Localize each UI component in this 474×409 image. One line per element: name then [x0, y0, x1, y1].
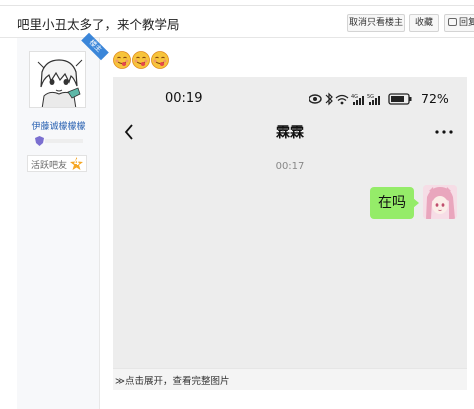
- signal-icon: 4G: [351, 94, 364, 105]
- author-avatar[interactable]: [29, 51, 86, 108]
- tongue-face-icon: [113, 51, 131, 69]
- signal-icon: 5G: [367, 94, 380, 105]
- reply-button[interactable]: 回复: [444, 14, 474, 32]
- battery-icon: [388, 93, 412, 105]
- chat-avatar: [423, 185, 457, 219]
- favorite-button[interactable]: 收藏: [409, 14, 439, 32]
- wifi-icon: [335, 94, 349, 105]
- thread-header: 吧里小丑太多了，来个教学局 取消只看楼主 收藏 回复: [0, 6, 474, 38]
- author-username[interactable]: 伊藤诚檬檬檬: [17, 119, 100, 132]
- message-bubble: 在吗: [370, 187, 414, 219]
- message-timestamp: 00:17: [275, 161, 305, 172]
- tongue-face-icon: [132, 51, 150, 69]
- reply-icon: [448, 18, 457, 26]
- level-name: 活跃吧友: [31, 161, 68, 171]
- svg-text:5G: 5G: [367, 94, 374, 100]
- chat-title: 霖霖: [276, 125, 304, 141]
- emoji-row: [113, 51, 170, 71]
- tongue-face-icon: [151, 51, 169, 69]
- thread-title: 吧里小丑太多了，来个教学局: [17, 17, 180, 32]
- level-box[interactable]: 活跃吧友 4: [27, 155, 87, 172]
- eye-icon: [309, 94, 322, 104]
- expand-image-link[interactable]: ≫点击展开，查看完整图片: [115, 373, 229, 387]
- reply-label: 回复: [459, 18, 474, 28]
- more-dots-icon: [435, 130, 453, 134]
- svg-text:4G: 4G: [351, 94, 358, 100]
- only-op-toggle-button[interactable]: 取消只看楼主: [347, 14, 405, 32]
- expand-image-bar[interactable]: ≫点击展开，查看完整图片: [113, 368, 467, 390]
- member-shield-icon: [35, 136, 44, 146]
- shield-bar: [45, 139, 83, 143]
- bluetooth-icon: [325, 92, 333, 106]
- chat-screenshot-image[interactable]: 00:19 4G 5G 72% 霖霖 00:17 在吗: [113, 77, 467, 368]
- status-bar-time: 00:19: [165, 91, 203, 106]
- author-column: 楼主 伊藤诚檬檬檬 活跃吧友 4: [17, 32, 109, 409]
- level-number: 4: [74, 158, 80, 167]
- bubble-tail: [413, 198, 419, 208]
- battery-percent: 72%: [421, 91, 449, 106]
- status-bar-icons: 4G 5G: [309, 92, 412, 106]
